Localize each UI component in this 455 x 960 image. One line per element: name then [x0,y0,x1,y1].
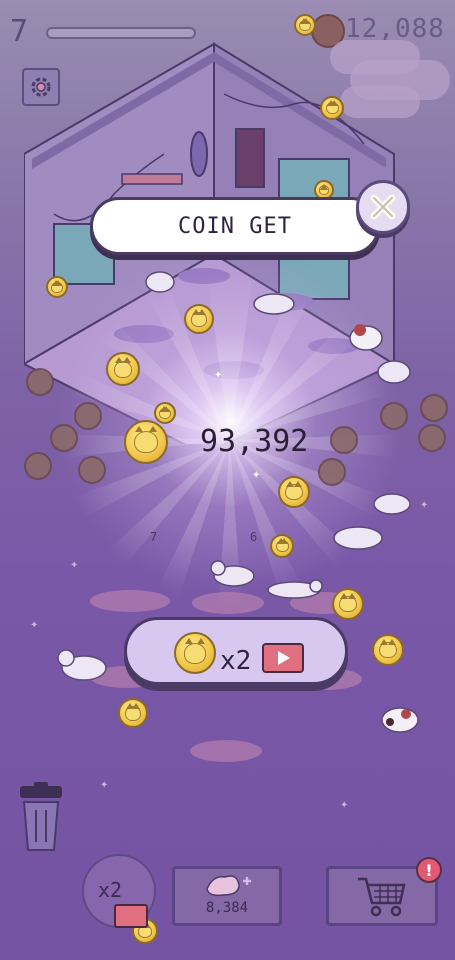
cat-food-count: 8,384 [205,900,249,916]
cat-sprite [210,560,255,587]
coin-icon [184,304,214,334]
coin-icon [46,276,68,298]
coin-icon [278,476,310,508]
cat-sprite [333,526,383,550]
sparkle: ✦ [252,470,261,481]
cat-sprite [145,271,175,293]
coin-icon [74,402,102,430]
trash-button[interactable] [16,782,66,854]
coin-icon [270,534,294,558]
coin-icon [154,402,176,424]
video-ad-icon [262,643,304,673]
coin-icon [124,420,168,464]
coin-get-banner: COIN GET [90,197,380,255]
close-button[interactable] [356,180,410,234]
floor-number: 7 [150,530,158,544]
notification-badge: ! [416,857,442,883]
coin-icon [118,698,148,728]
coin-icon [320,96,344,120]
floor-pad [90,590,170,612]
double-reward-label: x2 [220,646,252,676]
coin-icon [174,632,216,674]
sparkle: ✦ [340,800,349,811]
sparkle: ✦ [214,370,223,381]
sparkle: ✦ [70,560,79,571]
sparkle: ✦ [420,500,429,511]
cat-sprite [381,707,419,733]
food-bag-icon [206,875,251,897]
coin-icon [380,402,408,430]
floor-pad [192,592,264,614]
cat-sprite [377,360,411,384]
cat-food-button[interactable] [172,866,282,926]
popup-title: COIN GET [178,213,292,239]
sparkle: ✦ [100,780,109,791]
double-boost-label: x2 [98,878,123,902]
cat-sprite [373,493,411,515]
coin-icon [330,426,358,454]
close-icon [370,194,396,220]
coin-icon [24,452,52,480]
coin-icon [332,588,364,620]
video-ad-icon [114,904,148,928]
cat-sprite [267,579,323,599]
shopping-cart-icon [358,877,406,917]
cat-sprite [253,293,295,315]
cat-sprite [57,649,107,681]
coin-icon [78,456,106,484]
coin-icon [50,424,78,452]
coin-icon [294,14,316,36]
floor-number: 6 [250,530,258,544]
coin-icon [372,634,404,666]
coin-icon [26,368,54,396]
coin-icon [418,424,446,452]
floor-pad [190,740,262,762]
sparkle: ✦ [30,620,39,631]
coin-icon [106,352,140,386]
coin-icon [318,458,346,486]
coin-icon [420,394,448,422]
reward-amount: 93,392 [200,424,309,459]
